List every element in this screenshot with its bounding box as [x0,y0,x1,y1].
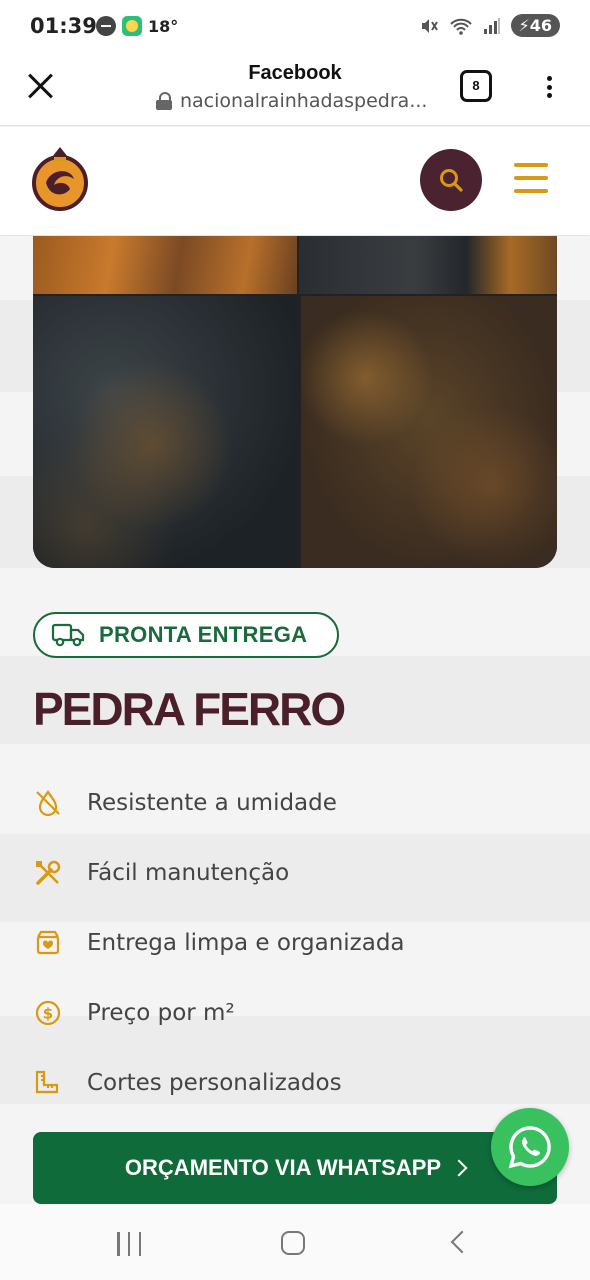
ruler-icon [35,1070,59,1094]
mute-icon [421,18,438,33]
status-left-icons: 18° [96,16,178,36]
whatsapp-fab[interactable] [491,1108,569,1186]
product-title: PEDRA FERRO [33,683,346,735]
feature-label: Preço por m² [87,1000,235,1026]
list-item: Fácil manutenção [33,838,553,908]
stone-tile [299,236,557,294]
browser-title: Facebook [248,62,342,84]
tools-icon [36,860,61,885]
site-header [0,127,590,235]
stock-badge-label: PRONTA ENTREGA [99,622,308,647]
chevron-right-icon [450,1159,468,1177]
battery-icon: ⚡46 [510,14,560,37]
list-item: Resistente a umidade [33,768,553,838]
list-item: Cortes personalizados [33,1048,553,1118]
tabs-button[interactable]: 8 [460,70,492,102]
system-nav-bar [0,1204,590,1280]
browser-bar: Facebook nacionalrainhadaspedra... 8 [0,54,590,126]
status-bar: 01:39 18° ⚡46 [0,0,590,54]
list-item: Entrega limpa e organizada [33,908,553,978]
stone-tile [33,296,297,568]
status-time: 01:39 [30,14,97,38]
home-icon[interactable] [281,1231,305,1255]
no-water-icon [36,790,60,817]
lock-icon [156,92,172,110]
logo[interactable] [30,143,90,213]
wifi-icon [449,18,472,35]
feature-label: Entrega limpa e organizada [87,930,405,956]
feature-label: Resistente a umidade [87,790,337,816]
weather-icon [122,16,142,36]
box-heart-icon [36,930,60,955]
feature-label: Fácil manutenção [87,860,290,886]
stone-tile [33,236,297,294]
url-text: nacionalrainhadaspedra... [180,90,428,112]
do-not-disturb-icon [96,16,116,36]
product-image [33,236,557,568]
feature-label: Cortes personalizados [87,1070,342,1096]
more-vert-icon[interactable] [546,76,552,98]
back-icon[interactable] [450,1230,474,1254]
battery-level: 46 [529,16,552,35]
recent-apps-icon[interactable] [117,1232,141,1256]
menu-icon[interactable] [514,163,548,193]
product-content: PRONTA ENTREGA PEDRA FERRO Resistente a … [0,236,590,1204]
stone-tile [301,296,557,568]
status-right-icons: ⚡46 [419,14,560,37]
truck-icon [51,623,85,647]
svg-text:$: $ [43,1005,53,1023]
search-icon [440,169,463,192]
feature-list: Resistente a umidade Fácil manutenção En… [33,768,553,1118]
cta-label: ORÇAMENTO VIA WHATSAPP [124,1155,442,1180]
whatsapp-quote-button[interactable]: ORÇAMENTO VIA WHATSAPP [33,1132,557,1204]
signal-icon [483,17,500,34]
stock-badge: PRONTA ENTREGA [33,612,339,658]
dollar-coin-icon: $ [35,1000,61,1026]
status-temperature: 18° [148,16,179,36]
url-bar[interactable]: nacionalrainhadaspedra... [156,90,427,112]
search-button[interactable] [420,149,482,211]
whatsapp-icon [508,1126,551,1169]
list-item: $ Preço por m² [33,978,553,1048]
